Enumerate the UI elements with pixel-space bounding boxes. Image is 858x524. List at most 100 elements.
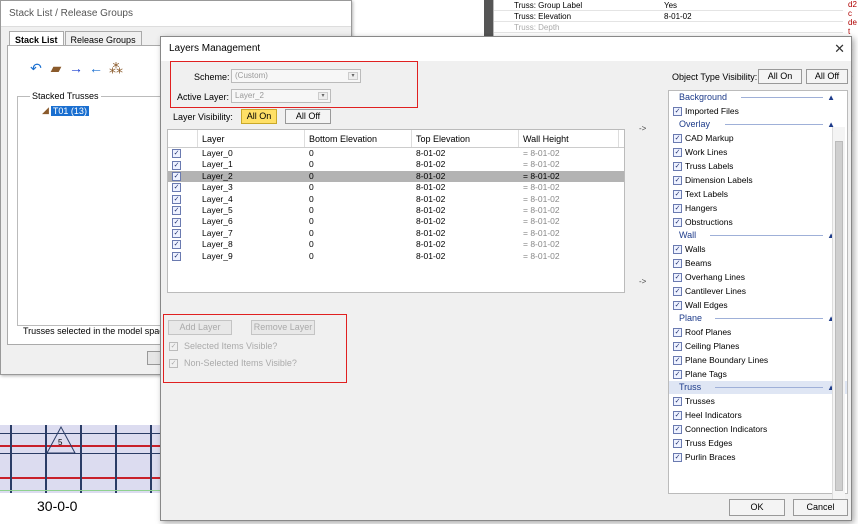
layer-name-cell[interactable]: Layer_1: [198, 159, 305, 170]
chevron-up-icon[interactable]: ▲: [827, 91, 835, 104]
object-type-checkbox[interactable]: ✓ Plane Tags: [669, 367, 847, 381]
panel-splitter[interactable]: [484, 0, 493, 36]
bottom-elevation-cell[interactable]: 0: [305, 239, 412, 250]
layer-name-cell[interactable]: Layer_8: [198, 239, 305, 250]
object-type-checkbox[interactable]: ✓ Imported Files: [669, 104, 847, 118]
table-row[interactable]: ✓ Layer_6 0 8-01-02 = 8-01-02: [168, 216, 624, 227]
bottom-elevation-cell[interactable]: 0: [305, 228, 412, 239]
object-type-checkbox[interactable]: ✓ Dimension Labels: [669, 173, 847, 187]
section-header[interactable]: Plane▲: [669, 312, 847, 325]
layers-all-off-button[interactable]: All Off: [285, 109, 331, 124]
table-row[interactable]: ✓ Layer_5 0 8-01-02 = 8-01-02: [168, 205, 624, 216]
arrow-left-icon[interactable]: ←: [89, 61, 103, 75]
table-row[interactable]: ✓ Layer_1 0 8-01-02 = 8-01-02: [168, 159, 624, 170]
object-type-checkbox[interactable]: ✓ Cantilever Lines: [669, 284, 847, 298]
top-elevation-cell[interactable]: 8-01-02: [412, 159, 519, 170]
checkbox-checked-icon[interactable]: ✓: [172, 160, 181, 170]
object-type-checkbox[interactable]: ✓ Truss Labels: [669, 159, 847, 173]
remove-layer-button[interactable]: Remove Layer: [251, 320, 315, 335]
object-type-checkbox[interactable]: ✓ Walls: [669, 242, 847, 256]
object-type-checkbox[interactable]: ✓ Hangers: [669, 201, 847, 215]
top-elevation-cell[interactable]: 8-01-02: [412, 205, 519, 216]
top-elevation-cell[interactable]: 8-01-02: [412, 239, 519, 250]
table-row[interactable]: ✓ Layer_8 0 8-01-02 = 8-01-02: [168, 239, 624, 250]
top-elevation-cell[interactable]: 8-01-02: [412, 194, 519, 205]
bottom-elevation-cell[interactable]: 0: [305, 159, 412, 170]
bottom-elevation-cell[interactable]: 0: [305, 148, 412, 159]
object-type-checkbox[interactable]: ✓ Trusses: [669, 394, 847, 408]
object-all-off-button[interactable]: All Off: [806, 69, 848, 84]
bottom-elevation-cell[interactable]: 0: [305, 251, 412, 262]
property-row[interactable]: Truss: Depth: [494, 22, 843, 33]
top-elevation-cell[interactable]: 8-01-02: [412, 182, 519, 193]
layer-name-cell[interactable]: Layer_0: [198, 148, 305, 159]
object-type-checkbox[interactable]: ✓ Truss Edges: [669, 436, 847, 450]
object-type-checkbox[interactable]: ✓ Purlin Braces: [669, 450, 847, 464]
table-row[interactable]: ✓ Layer_7 0 8-01-02 = 8-01-02: [168, 228, 624, 239]
object-type-checkbox[interactable]: ✓ CAD Markup: [669, 131, 847, 145]
stack-tree-item[interactable]: ◢ T01 (13): [42, 105, 89, 116]
table-row[interactable]: ✓ Layer_3 0 8-01-02 = 8-01-02: [168, 182, 624, 193]
stack-action-button[interactable]: [147, 351, 161, 365]
table-row[interactable]: ✓ Layer_0 0 8-01-02 = 8-01-02: [168, 148, 624, 159]
layer-name-cell[interactable]: Layer_5: [198, 205, 305, 216]
object-type-checkbox[interactable]: ✓ Connection Indicators: [669, 422, 847, 436]
bottom-elevation-cell[interactable]: 0: [305, 182, 412, 193]
property-row[interactable]: Truss: Group Label Yes: [494, 0, 843, 11]
bottom-elevation-cell[interactable]: 0: [305, 171, 412, 182]
checkbox-checked-icon[interactable]: ✓: [172, 194, 181, 204]
section-header[interactable]: Overlay ▲: [669, 118, 847, 131]
checkbox-checked-icon[interactable]: ✓: [172, 172, 181, 182]
checkbox-checked-icon[interactable]: ✓: [172, 228, 181, 238]
layer-name-cell[interactable]: Layer_3: [198, 182, 305, 193]
object-type-checkbox[interactable]: ✓ Work Lines: [669, 145, 847, 159]
checkbox-checked-icon[interactable]: ✓: [172, 251, 181, 261]
object-type-checkbox[interactable]: ✓ Roof Planes: [669, 325, 847, 339]
property-row[interactable]: Truss: Elevation 8-01-02: [494, 11, 843, 22]
section-header[interactable]: Wall▲: [669, 229, 847, 242]
bottom-elevation-cell[interactable]: 0: [305, 194, 412, 205]
table-row[interactable]: ✓ Layer_2 0 8-01-02 = 8-01-02: [168, 170, 624, 183]
object-type-checkbox[interactable]: ✓ Ceiling Planes: [669, 339, 847, 353]
checkbox-checked-icon[interactable]: ✓: [172, 149, 181, 159]
object-all-on-button[interactable]: All On: [758, 69, 802, 84]
cancel-button[interactable]: Cancel: [793, 499, 848, 516]
arrow-right-icon[interactable]: →: [69, 61, 83, 75]
object-type-checkbox[interactable]: ✓ Beams: [669, 256, 847, 270]
checkbox-checked-icon[interactable]: ✓: [172, 206, 181, 216]
ok-button[interactable]: OK: [729, 499, 785, 516]
scheme-select[interactable]: (Custom) ▾: [231, 69, 361, 83]
add-layer-button[interactable]: Add Layer: [168, 320, 232, 335]
object-type-checkbox[interactable]: ✓ Plane Boundary Lines: [669, 353, 847, 367]
top-elevation-cell[interactable]: 8-01-02: [412, 171, 519, 182]
object-type-checkbox[interactable]: ✓ Obstructions: [669, 215, 847, 229]
scrollbar-thumb[interactable]: [835, 141, 843, 491]
truss-stack-icon[interactable]: ▰: [49, 61, 63, 75]
bottom-elevation-cell[interactable]: 0: [305, 216, 412, 227]
table-row[interactable]: ✓ Layer_4 0 8-01-02 = 8-01-02: [168, 194, 624, 205]
section-header[interactable]: Truss▲: [669, 381, 847, 394]
close-icon[interactable]: ✕: [834, 41, 845, 57]
layer-name-cell[interactable]: Layer_2: [198, 171, 305, 182]
bottom-elevation-cell[interactable]: 0: [305, 205, 412, 216]
top-elevation-cell[interactable]: 8-01-02: [412, 148, 519, 159]
checkbox-checked-icon[interactable]: ✓: [172, 240, 181, 250]
checkbox-checked-icon[interactable]: ✓: [172, 217, 181, 227]
active-layer-select[interactable]: Layer_2 ▾: [231, 89, 331, 103]
top-elevation-cell[interactable]: 8-01-02: [412, 228, 519, 239]
top-elevation-cell[interactable]: 8-01-02: [412, 251, 519, 262]
layer-name-cell[interactable]: Layer_6: [198, 216, 305, 227]
layers-all-on-button[interactable]: All On: [241, 109, 277, 124]
object-type-checkbox[interactable]: ✓ Overhang Lines: [669, 270, 847, 284]
top-elevation-cell[interactable]: 8-01-02: [412, 216, 519, 227]
non-selected-visible-checkbox[interactable]: ✓ Non-Selected Items Visible?: [169, 358, 297, 368]
table-row[interactable]: ✓ Layer_9 0 8-01-02 = 8-01-02: [168, 251, 624, 262]
object-type-checkbox[interactable]: ✓ Wall Edges: [669, 298, 847, 312]
move-left-icon[interactable]: ↶: [29, 61, 43, 75]
section-header[interactable]: Background ▲: [669, 91, 847, 104]
selected-visible-checkbox[interactable]: ✓ Selected Items Visible?: [169, 341, 277, 351]
checkbox-checked-icon[interactable]: ✓: [172, 183, 181, 193]
layer-name-cell[interactable]: Layer_4: [198, 194, 305, 205]
layer-name-cell[interactable]: Layer_7: [198, 228, 305, 239]
layer-name-cell[interactable]: Layer_9: [198, 251, 305, 262]
